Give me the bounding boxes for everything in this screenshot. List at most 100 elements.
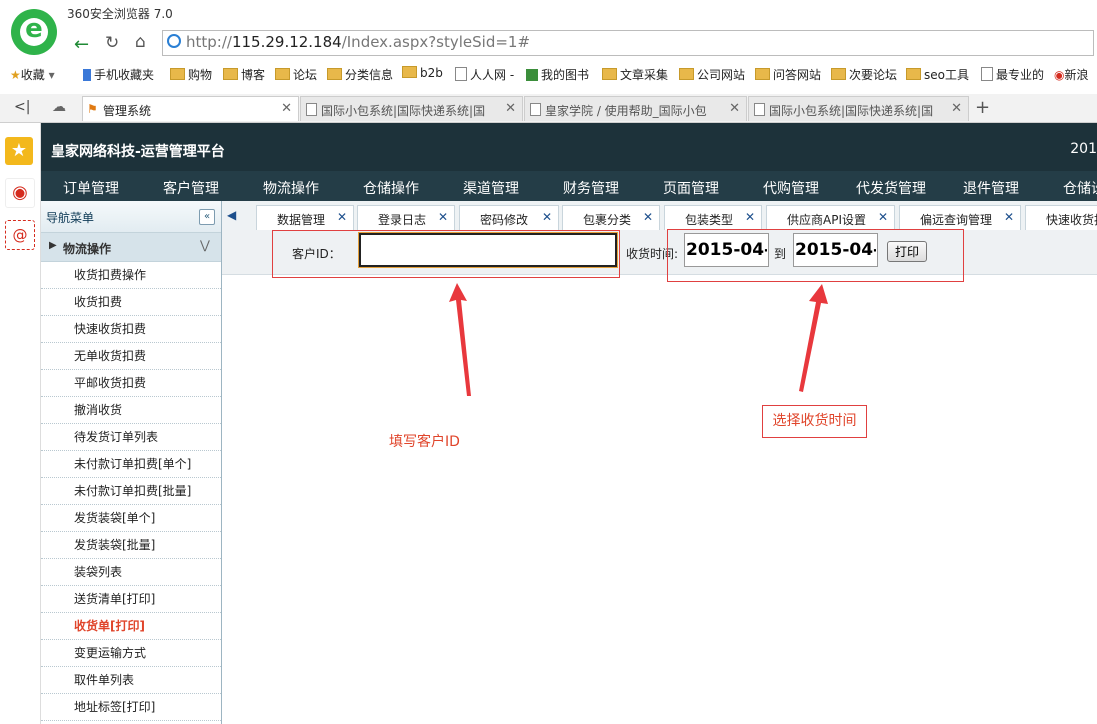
content-tab[interactable]: 供应商API设置 ✕ xyxy=(766,205,895,230)
folder-icon xyxy=(831,68,846,80)
nav-customers[interactable]: 客户管理 xyxy=(163,178,219,198)
sidebar-item[interactable]: 变更运输方式 xyxy=(41,640,221,667)
close-icon[interactable]: ✕ xyxy=(505,101,516,116)
main-nav: 订单管理 客户管理 物流操作 仓储操作 渠道管理 财务管理 页面管理 代购管理 … xyxy=(41,171,1097,201)
sidebar-title: 导航菜单 xyxy=(46,211,95,225)
bookmark-label: 新浪 xyxy=(1064,68,1089,82)
close-icon[interactable]: ✕ xyxy=(729,101,740,116)
sidebar-item[interactable]: 未付款订单扣费[批量] xyxy=(41,478,221,505)
sidebar-item[interactable]: 快速收货扣费 xyxy=(41,316,221,343)
arrow-up-icon xyxy=(799,284,828,392)
content-tab[interactable]: 快速收货扣 xyxy=(1025,205,1097,230)
close-icon[interactable]: ✕ xyxy=(281,101,292,116)
close-icon[interactable]: ✕ xyxy=(745,210,755,224)
content-tab[interactable]: 登录日志 ✕ xyxy=(357,205,455,230)
bookmark-folder[interactable]: 论坛 xyxy=(275,66,317,83)
folder-icon xyxy=(275,68,290,80)
bookmark-favorites[interactable]: ★收藏 ▾ xyxy=(10,66,55,83)
bookmark-folder[interactable]: seo工具 xyxy=(906,66,969,83)
browser-tab[interactable]: ⚑ 管理系统 ✕ xyxy=(82,96,299,121)
sidebar-item[interactable]: 送货清单[打印] xyxy=(41,586,221,613)
bookmark-page[interactable]: 人人网 - xyxy=(455,66,514,83)
sidebar-item[interactable]: 未付款订单扣费[单个] xyxy=(41,451,221,478)
browser-tab[interactable]: 国际小包系统|国际快递系统|国 ✕ xyxy=(300,96,523,121)
bookmark-label: b2b xyxy=(420,66,443,80)
nav-channels[interactable]: 渠道管理 xyxy=(463,178,519,198)
sidebar-section-label: 物流操作 xyxy=(63,242,112,256)
nav-finance[interactable]: 财务管理 xyxy=(563,178,619,198)
cloud-icon[interactable]: ☁ xyxy=(52,99,66,115)
back-arrow-icon[interactable]: ← xyxy=(74,34,89,55)
bookmark-page[interactable]: 我的图书 xyxy=(526,66,589,83)
home-icon[interactable]: ⌂ xyxy=(135,32,146,52)
annotation-select-time: 选择收货时间 xyxy=(762,405,867,438)
sidebar-item[interactable]: 无单收货扣费 xyxy=(41,343,221,370)
close-icon[interactable]: ✕ xyxy=(878,210,888,224)
reload-icon[interactable]: ↻ xyxy=(105,33,119,53)
close-icon[interactable]: ✕ xyxy=(337,210,347,224)
sidebar-item[interactable]: 装袋列表 xyxy=(41,559,221,586)
sidebar-item[interactable]: 平邮收货扣费 xyxy=(41,370,221,397)
browser-tab[interactable]: 皇家学院 / 使用帮助_国际小包 ✕ xyxy=(524,96,747,121)
weibo-icon: ◉ xyxy=(1054,68,1065,82)
nav-returns[interactable]: 退件管理 xyxy=(963,178,1019,198)
bookmark-folder[interactable]: 购物 xyxy=(170,66,212,83)
bookmark-folder[interactable]: 次要论坛 xyxy=(831,66,897,83)
bookmarks-bar: ★收藏 ▾ 手机收藏夹 购物 博客 论坛 分类信息 b2b 人人网 - 我的图书… xyxy=(0,63,1097,87)
browser-tab[interactable]: 国际小包系统|国际快递系统|国 ✕ xyxy=(748,96,969,121)
bookmark-page[interactable]: 最专业的 xyxy=(981,66,1044,83)
tab-list-icon[interactable]: <| xyxy=(14,99,30,115)
content-tab[interactable]: 偏远查询管理 ✕ xyxy=(899,205,1021,230)
sidebar-item[interactable]: 撤消收货 xyxy=(41,397,221,424)
nav-pages[interactable]: 页面管理 xyxy=(663,178,719,198)
content-tab[interactable]: 包裹分类 ✕ xyxy=(562,205,660,230)
sidebar-item[interactable]: 发货装袋[批量] xyxy=(41,532,221,559)
globe-icon xyxy=(167,34,181,48)
sidebar-item[interactable]: 收货扣费 xyxy=(41,289,221,316)
sidebar-item[interactable]: 地址标签[打印] xyxy=(41,694,221,721)
favorites-star-icon[interactable]: ★ xyxy=(5,137,33,165)
nav-warehouse-settings[interactable]: 仓储设 xyxy=(1063,178,1097,198)
close-icon[interactable]: ✕ xyxy=(643,210,653,224)
nav-logistics[interactable]: 物流操作 xyxy=(263,178,319,198)
bookmark-folder[interactable]: 问答网站 xyxy=(755,66,821,83)
folder-icon xyxy=(602,68,617,80)
bookmark-folder[interactable]: 分类信息 xyxy=(327,66,393,83)
weibo-icon[interactable]: ◉ xyxy=(5,178,35,208)
sidebar-item-active[interactable]: 收货单[打印] xyxy=(41,613,221,640)
new-tab-plus-icon[interactable]: + xyxy=(975,97,990,118)
close-icon[interactable]: ✕ xyxy=(951,101,962,116)
page-icon xyxy=(530,103,541,116)
sidebar-item[interactable]: 取件单列表 xyxy=(41,667,221,694)
folder-icon xyxy=(170,68,185,80)
browser-tab-bar: <| ☁ ⚑ 管理系统 ✕ 国际小包系统|国际快递系统|国 ✕ 皇家学院 / 使用帮助… xyxy=(0,94,1097,123)
page-icon: ⚑ xyxy=(87,102,98,116)
sidebar-item[interactable]: 收货扣费操作 xyxy=(41,262,221,289)
bookmark-folder[interactable]: 博客 xyxy=(223,66,265,83)
bookmark-label: 公司网站 xyxy=(697,68,746,82)
bookmark-folder[interactable]: b2b xyxy=(402,66,443,80)
nav-orders[interactable]: 订单管理 xyxy=(63,178,119,198)
bookmark-label: 文章采集 xyxy=(620,68,669,82)
close-icon[interactable]: ✕ xyxy=(542,210,552,224)
browser-side-rail: ★ ◉ @ xyxy=(0,123,41,724)
close-icon[interactable]: ✕ xyxy=(1004,210,1014,224)
scroll-left-arrow-icon[interactable]: ◀ xyxy=(227,208,236,222)
content-tab[interactable]: 包装类型 ✕ xyxy=(664,205,762,230)
bookmark-mobile[interactable]: 手机收藏夹 xyxy=(83,66,154,83)
bookmark-folder[interactable]: 公司网站 xyxy=(679,66,745,83)
bookmark-folder[interactable]: 文章采集 xyxy=(602,66,668,83)
address-bar[interactable]: http://115.29.12.184/Index.aspx?styleSid… xyxy=(162,30,1094,56)
close-icon[interactable]: ✕ xyxy=(438,210,448,224)
nav-purchasing[interactable]: 代购管理 xyxy=(763,178,819,198)
bookmark-weibo[interactable]: ◉新浪 xyxy=(1054,66,1089,83)
collapse-double-chevron-icon[interactable]: « xyxy=(199,209,215,225)
sidebar-item[interactable]: 发货装袋[单个] xyxy=(41,505,221,532)
sidebar-item[interactable]: 待发货订单列表 xyxy=(41,424,221,451)
sidebar-section-logistics[interactable]: ▶ 物流操作 ⋁ xyxy=(41,233,221,262)
content-tab[interactable]: 数据管理 ✕ xyxy=(256,205,354,230)
nav-warehouse-ops[interactable]: 仓储操作 xyxy=(363,178,419,198)
content-tab[interactable]: 密码修改 ✕ xyxy=(459,205,559,230)
mail-at-icon[interactable]: @ xyxy=(5,220,35,250)
nav-dropship[interactable]: 代发货管理 xyxy=(856,178,926,198)
